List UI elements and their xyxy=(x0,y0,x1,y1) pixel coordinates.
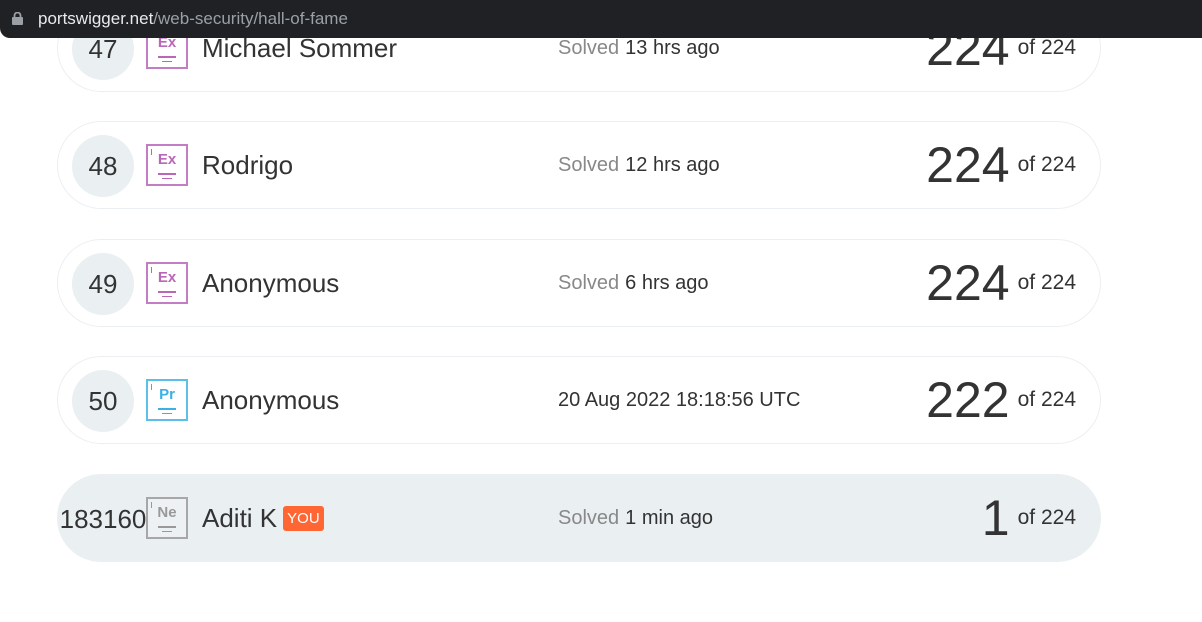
score-value: 224 xyxy=(926,255,1010,311)
rank-number: 50 xyxy=(72,370,134,432)
user-name: Rodrigo xyxy=(202,149,294,180)
newbie-level-icon: Ne xyxy=(146,497,188,539)
score-value: 1 xyxy=(981,490,1010,546)
solved-status: Solved 6 hrs ago xyxy=(558,271,709,294)
url-host: portswigger.net xyxy=(38,9,154,28)
you-badge: YOU xyxy=(283,505,324,531)
url-path: /web-security/hall-of-fame xyxy=(153,9,348,28)
solved-status: Solved 12 hrs ago xyxy=(558,153,720,176)
score-total: of 224 xyxy=(1017,36,1076,59)
score-total: of 224 xyxy=(1017,388,1076,411)
solved-status: Solved 1 min ago xyxy=(558,506,713,529)
leaderboard-row: 48 Ex Rodrigo Solved 12 hrs ago 224 of 224 xyxy=(57,121,1101,209)
solved-status: 20 Aug 2022 18:18:56 UTC xyxy=(558,388,801,411)
user-name: Anonymous xyxy=(202,267,340,298)
leaderboard-row: 49 Ex Anonymous Solved 6 hrs ago 224 of 22… xyxy=(57,239,1101,327)
rank-number: 48 xyxy=(72,135,134,197)
browser-address-bar[interactable]: portswigger.net/web-security/hall-of-fam… xyxy=(0,0,1202,38)
score: 224 of 224 xyxy=(926,240,1076,326)
expert-level-icon: Ex xyxy=(146,144,188,186)
rank-number: 183160 xyxy=(59,503,147,534)
score-total: of 224 xyxy=(1017,271,1076,294)
score-value: 222 xyxy=(926,372,1010,428)
user-name: Anonymous xyxy=(202,384,340,415)
expert-level-icon: Ex xyxy=(146,262,188,304)
user-name: Aditi K xyxy=(202,502,278,533)
url-text[interactable]: portswigger.net/web-security/hall-of-fam… xyxy=(38,9,348,29)
score: 224 of 224 xyxy=(926,122,1076,208)
lock-icon xyxy=(12,12,23,25)
score-value: 224 xyxy=(926,137,1010,193)
user-name-wrapper: Aditi K YOU xyxy=(202,475,324,561)
practitioner-level-icon: Pr xyxy=(146,379,188,421)
rank-number: 49 xyxy=(72,253,134,315)
current-user-row: 183160 Ne Aditi K YOU Solved 1 min ago 1o… xyxy=(57,474,1101,562)
score-total: of 224 xyxy=(1017,506,1076,529)
score: 1 of 224 xyxy=(982,475,1076,561)
score-total: of 224 xyxy=(1017,153,1076,176)
score: 222 of 224 xyxy=(926,357,1076,443)
leaderboard-row: 50 Pr Anonymous 20 Aug 2022 18:18:56 UTC… xyxy=(57,356,1101,444)
